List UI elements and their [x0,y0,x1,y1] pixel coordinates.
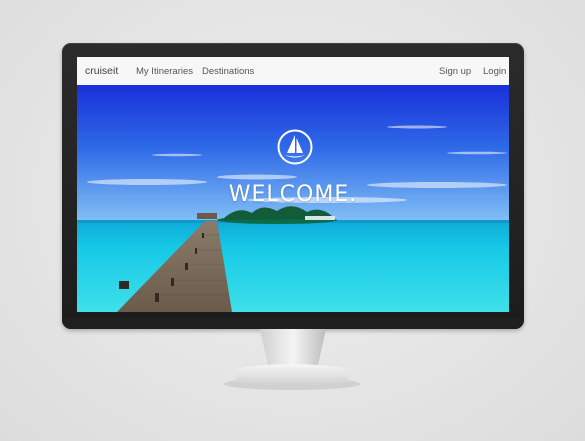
monitor-stand-base [224,364,360,390]
top-navbar: cruiseit My Itineraries Destinations Sig… [77,57,509,86]
nav-link-my-itineraries[interactable]: My Itineraries [136,66,193,77]
sailboat-logo-icon [277,129,313,165]
welcome-heading: WELCOME. [228,182,358,207]
nav-link-sign-up[interactable]: Sign up [439,66,471,77]
brand-logo-text[interactable]: cruiseit [85,65,118,77]
screen: cruiseit My Itineraries Destinations Sig… [77,57,509,312]
hero-section: WELCOME. [77,85,509,312]
nav-link-destinations[interactable]: Destinations [202,66,254,77]
monitor-chin [62,318,524,329]
nav-link-login[interactable]: Login [483,66,506,77]
background: cruiseit My Itineraries Destinations Sig… [0,0,585,441]
